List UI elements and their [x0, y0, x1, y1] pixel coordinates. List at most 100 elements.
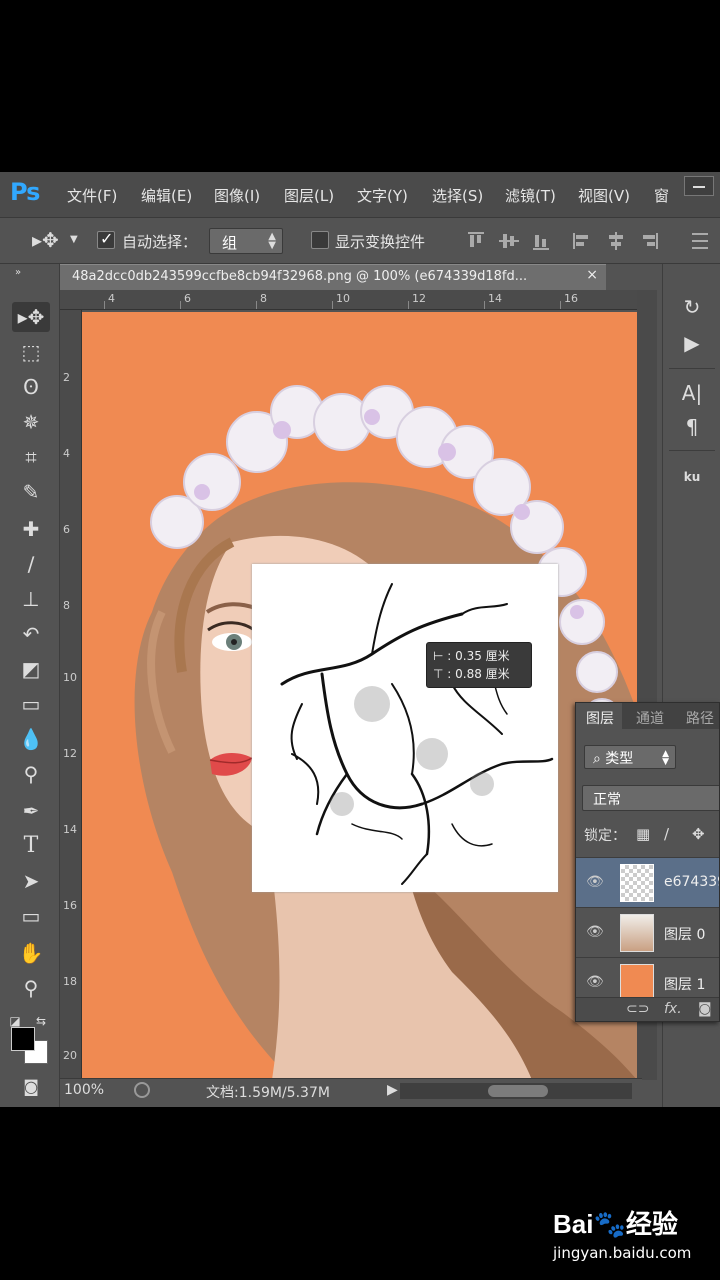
layer-name: 图层 0 [664, 927, 706, 943]
auto-select-dropdown[interactable]: 组 ▲ ▼ [209, 228, 283, 254]
history-panel-icon[interactable]: ↻ [669, 290, 715, 324]
menu-filter[interactable]: 滤镜(T) [505, 185, 556, 206]
menu-file[interactable]: 文件(F) [67, 185, 117, 206]
zoom-level[interactable]: 100% [64, 1082, 104, 1098]
align-left-icon[interactable] [573, 232, 593, 250]
document-canvas[interactable] [82, 312, 637, 1080]
menu-image[interactable]: 图像(I) [214, 185, 260, 206]
show-transform-checkbox[interactable] [311, 231, 329, 249]
ku-panel-icon[interactable]: ku [669, 460, 715, 494]
tab-channels[interactable]: 通道 [636, 708, 664, 728]
path-selection-tool-icon[interactable]: ➤ [12, 866, 50, 896]
quick-mask-icon[interactable]: ◙ [12, 1072, 50, 1102]
align-right-icon[interactable] [638, 232, 658, 250]
ruler-label: 4 [108, 292, 115, 305]
history-brush-tool-icon[interactable]: ↶ [12, 619, 50, 649]
move-tool-icon[interactable]: ▸✥ [12, 302, 50, 332]
eye-icon[interactable]: 👁 [586, 924, 604, 940]
eraser-tool-icon[interactable]: ◩ [12, 654, 50, 684]
watermark-url: jingyan.baidu.com [553, 1244, 692, 1262]
menu-view[interactable]: 视图(V) [578, 185, 630, 206]
foreground-color-swatch[interactable] [11, 1027, 35, 1051]
menu-bar: Ps 文件(F) 编辑(E) 图像(I) 图层(L) 文字(Y) 选择(S) 滤… [0, 172, 720, 218]
clone-stamp-tool-icon[interactable]: ⊥ [12, 584, 50, 614]
horizontal-ruler: 4 6 8 10 12 14 16 [60, 290, 642, 310]
collapse-icon[interactable]: » [8, 266, 28, 296]
ruler-label: 6 [184, 292, 191, 305]
brush-tool-icon[interactable]: ∕ [12, 549, 50, 579]
align-bottom-icon[interactable] [531, 232, 551, 250]
menu-type[interactable]: 文字(Y) [357, 185, 408, 206]
eyedropper-tool-icon[interactable]: ✎ [12, 477, 50, 507]
chevron-down-icon[interactable]: ▼ [70, 234, 78, 245]
dodge-tool-icon[interactable]: ⚲ [12, 759, 50, 789]
scrollbar-thumb[interactable] [488, 1085, 548, 1097]
ruler-label: 14 [63, 823, 77, 836]
ruler-label: 20 [63, 1049, 77, 1062]
layer-filter-dropdown[interactable]: ⌕ 类型 ▲ ▼ [584, 745, 676, 769]
tooltip-vertical-offset: ⊤ : 0.88 厘米 [433, 667, 510, 681]
eye-icon[interactable]: 👁 [586, 974, 604, 990]
zoom-tool-icon[interactable]: ⚲ [12, 973, 50, 1003]
character-panel-icon[interactable]: A| [669, 376, 715, 410]
ruler-label: 16 [63, 899, 77, 912]
ruler-label: 2 [63, 371, 70, 384]
close-tab-icon[interactable]: × [586, 267, 598, 283]
hand-tool-icon[interactable]: ✋ [12, 938, 50, 968]
align-vcenter-icon[interactable] [499, 232, 519, 250]
menu-select[interactable]: 选择(S) [432, 185, 483, 206]
mask-icon[interactable]: ◙ [698, 1001, 712, 1017]
type-tool-icon[interactable]: T [12, 831, 50, 861]
layer-name: 图层 1 [664, 977, 706, 993]
photoshop-logo: Ps [10, 178, 40, 206]
fx-icon[interactable]: fx. [664, 1001, 682, 1017]
layer-row[interactable]: 👁 图层 0 [576, 907, 719, 957]
layer-thumbnail [620, 864, 654, 902]
gradient-tool-icon[interactable]: ▭ [12, 689, 50, 719]
layer-name: e674339 [664, 874, 720, 890]
document-tab[interactable]: 48a2dcc0db243599ccfbe8cb94f32968.png @ 1… [60, 264, 606, 290]
tab-layers[interactable]: 图层 [586, 708, 614, 728]
align-top-icon[interactable] [466, 232, 486, 250]
blur-tool-icon[interactable]: 💧 [12, 724, 50, 754]
ruler-label: 10 [63, 671, 77, 684]
minimize-button[interactable] [684, 176, 714, 196]
ruler-label: 4 [63, 447, 70, 460]
lock-label: 锁定： [584, 828, 626, 844]
blend-mode-dropdown[interactable]: 正常 [582, 785, 719, 811]
actions-panel-icon[interactable]: ▶ [669, 326, 715, 360]
marquee-tool-icon[interactable]: ⬚ [12, 337, 50, 367]
auto-select-label: 自动选择： [122, 233, 198, 251]
layer-row[interactable]: 👁 e674339 [576, 857, 720, 907]
move-tool-preset-icon[interactable]: ▸✥ [32, 228, 59, 252]
link-icon[interactable]: ⊂⊃ [626, 1001, 649, 1017]
magic-wand-tool-icon[interactable]: ✵ [12, 407, 50, 437]
rectangle-tool-icon[interactable]: ▭ [12, 901, 50, 931]
eye-icon[interactable]: 👁 [586, 874, 604, 890]
status-menu-icon[interactable] [134, 1082, 150, 1098]
vertical-ruler: 2 4 6 8 10 12 14 16 18 20 [60, 310, 82, 1080]
tab-paths[interactable]: 路径 [686, 708, 714, 728]
horizontal-scrollbar[interactable] [400, 1083, 632, 1099]
menu-edit[interactable]: 编辑(E) [141, 185, 192, 206]
healing-brush-tool-icon[interactable]: ✚ [12, 514, 50, 544]
layers-panel-footer: ⊂⊃ fx. ◙ [576, 997, 719, 1021]
document-title: 48a2dcc0db243599ccfbe8cb94f32968.png @ 1… [72, 269, 528, 284]
lock-position-icon[interactable]: ✥ [692, 825, 705, 843]
menu-layer[interactable]: 图层(L) [284, 185, 334, 206]
pen-tool-icon[interactable]: ✒ [12, 796, 50, 826]
status-arrow-icon[interactable]: ▶ [387, 1082, 398, 1098]
auto-select-checkbox[interactable] [97, 229, 115, 249]
ruler-label: 8 [63, 599, 70, 612]
paragraph-panel-icon[interactable]: ¶ [669, 410, 715, 444]
crop-tool-icon[interactable]: ⌗ [12, 442, 50, 472]
lock-transparent-icon[interactable]: ▦ [636, 825, 650, 843]
lock-image-icon[interactable]: ∕ [664, 825, 669, 843]
distribute-top-icon[interactable] [690, 232, 710, 250]
lasso-tool-icon[interactable]: ʘ [12, 372, 50, 402]
align-hcenter-icon[interactable] [606, 232, 626, 250]
crack-texture-layer[interactable] [252, 564, 558, 892]
layer-filter-value: ⌕ 类型 [593, 751, 634, 767]
menu-window[interactable]: 窗 [654, 185, 669, 206]
options-bar: ▸✥ ▼ 自动选择： 组 ▲▼ 显示变换控件 [0, 218, 720, 264]
